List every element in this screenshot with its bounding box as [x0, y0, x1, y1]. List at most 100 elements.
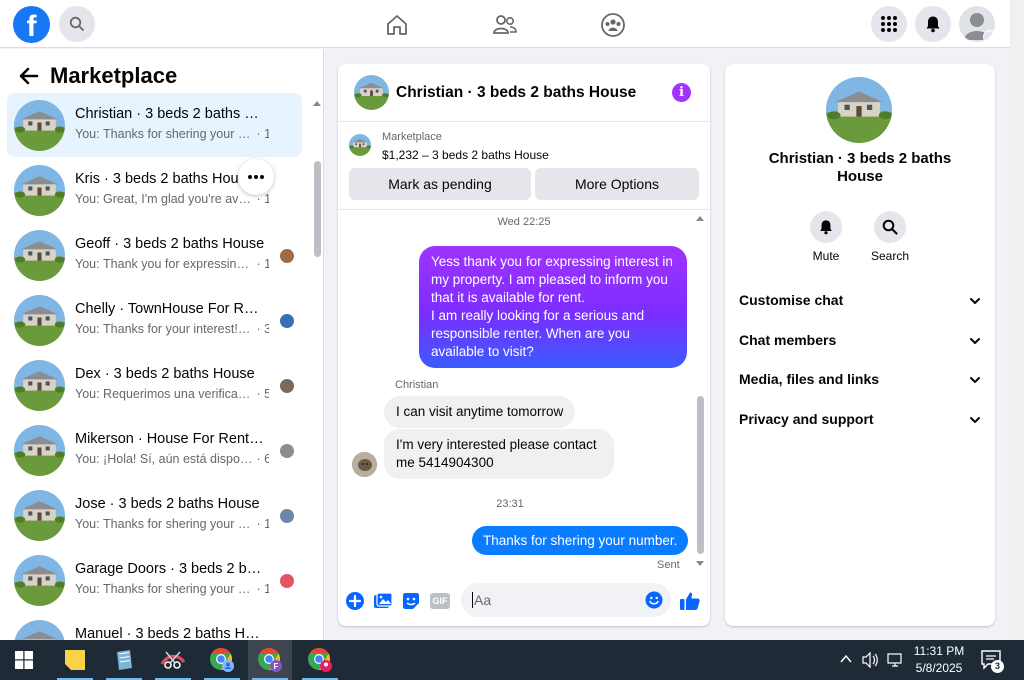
conversation-avatar	[14, 425, 65, 476]
conversation-snippet: You: Thanks for shering your nu... · 1w	[75, 582, 269, 596]
scroll-down-arrow-icon[interactable]	[695, 560, 705, 568]
home-nav-button[interactable]	[384, 12, 410, 38]
gif-button[interactable]: GIF	[430, 593, 450, 609]
snippet-prefix: You:	[75, 452, 104, 466]
mark-as-pending-button[interactable]: Mark as pending	[349, 168, 531, 200]
house-photo-icon	[14, 100, 65, 151]
search-button[interactable]	[59, 6, 95, 42]
more-options-button[interactable]: More Options	[535, 168, 699, 200]
listing-thumbnail[interactable]	[349, 134, 371, 156]
friends-icon	[493, 15, 517, 34]
incoming-message[interactable]: I can visit anytime tomorrow	[384, 396, 576, 428]
conversation-snippet: You: Thanks for shering your nu... · 1w	[75, 517, 269, 531]
taskbar-sticky-notes[interactable]	[53, 640, 97, 680]
clock-date[interactable]: 5/8/2025	[908, 661, 970, 675]
taskbar-chrome-profile-1[interactable]	[200, 640, 244, 680]
photo-icon[interactable]	[373, 591, 393, 611]
info-section-media-files-and-links[interactable]: Media, files and links	[739, 371, 981, 397]
message-thread: Wed 22:25 Yess thank you for expressing …	[338, 210, 710, 578]
conversation-more-button[interactable]	[238, 159, 274, 195]
conversation-name: Jose · 3 beds 2 baths House	[75, 496, 260, 512]
conversation-item[interactable]: Mikerson · House For Rent:-4 ... You: ¡Ho…	[7, 418, 302, 482]
conversation-time: 3d	[264, 322, 269, 336]
message-status: Sent	[657, 559, 680, 571]
friends-nav-button[interactable]	[492, 12, 518, 38]
conversation-avatar	[14, 295, 65, 346]
network-icon[interactable]	[886, 652, 904, 668]
contact-avatar-large[interactable]	[826, 77, 892, 143]
notifications-button[interactable]	[915, 6, 951, 42]
search-in-conversation-button[interactable]: Search	[860, 211, 920, 263]
window-scrollbar[interactable]	[1010, 0, 1024, 640]
taskbar-chrome-profile-3[interactable]	[298, 640, 342, 680]
action-center-button[interactable]: 3	[980, 648, 1004, 673]
scroll-up-arrow-icon[interactable]	[695, 214, 705, 222]
conversation-item[interactable]: Garage Doors · 3 beds 2 bath... You: Than…	[7, 548, 302, 612]
info-section-privacy-and-support[interactable]: Privacy and support	[739, 411, 981, 437]
message-scrollbar[interactable]	[695, 214, 707, 570]
listing-price[interactable]: $1,232 – 3 beds 2 baths House	[382, 148, 549, 162]
scrollbar-thumb[interactable]	[697, 396, 704, 554]
house-photo-icon	[14, 490, 65, 541]
outgoing-message[interactable]: Yess thank you for expressing interest i…	[419, 246, 687, 368]
scrollbar-thumb[interactable]	[314, 161, 321, 257]
facebook-logo[interactable]: f	[13, 6, 50, 43]
conversation-time: 1w	[264, 517, 269, 531]
taskbar-app-snipping[interactable]	[151, 640, 195, 680]
mute-button[interactable]: Mute	[796, 211, 856, 263]
sender-avatar[interactable]	[352, 452, 377, 477]
info-section-customise-chat[interactable]: Customise chat	[739, 292, 981, 318]
conversation-item[interactable]: Dex · 3 beds 2 baths House You: Requerimo…	[7, 353, 302, 417]
notebook-icon	[117, 650, 132, 670]
info-section-chat-members[interactable]: Chat members	[739, 332, 981, 358]
conversation-list-scrollbar[interactable]	[312, 99, 322, 640]
conversation-item[interactable]: Geoff · 3 beds 2 baths House You: Thank y…	[7, 223, 302, 287]
conversation-item[interactable]: Jose · 3 beds 2 baths House You: Thanks f…	[7, 483, 302, 547]
outgoing-message[interactable]: Thanks for shering your number.	[472, 526, 689, 555]
plus-icon[interactable]	[345, 591, 365, 611]
listing-label: Marketplace	[382, 131, 442, 143]
conversation-avatar	[14, 555, 65, 606]
groups-nav-button[interactable]	[600, 12, 626, 38]
incoming-message[interactable]: I'm very interested please contact me 54…	[384, 429, 614, 479]
chat-header: Christian · 3 beds 2 baths House i	[338, 64, 710, 122]
clock-time[interactable]: 11:31 PM	[908, 644, 970, 658]
show-hidden-icons-chevron-icon[interactable]	[840, 654, 852, 664]
panel-header: Marketplace	[18, 63, 177, 89]
start-button[interactable]	[2, 640, 46, 680]
chat-title[interactable]: Christian · 3 beds 2 baths House	[396, 84, 636, 102]
back-arrow-icon[interactable]	[18, 65, 40, 87]
conversation-avatar	[14, 360, 65, 411]
account-avatar[interactable]	[959, 6, 995, 42]
conversation-name: Geoff · 3 beds 2 baths House	[75, 236, 265, 252]
volume-icon[interactable]	[862, 652, 880, 668]
sticker-icon[interactable]	[401, 591, 421, 611]
conversation-list-panel: Marketplace Christian · 3 beds 2 baths H…	[0, 49, 324, 640]
menu-button[interactable]	[871, 6, 907, 42]
scroll-up-arrow-icon[interactable]	[312, 99, 322, 107]
taskbar-chrome-profile-f[interactable]: F	[248, 640, 292, 680]
conversation-name: Christian · 3 beds 2 baths House	[75, 106, 265, 122]
chevron-down-icon	[970, 377, 980, 383]
house-photo-icon	[14, 425, 65, 476]
emoji-icon[interactable]	[645, 591, 663, 609]
groups-icon	[601, 13, 625, 37]
snippet-text: Great, I'm glad you're available...	[103, 192, 253, 206]
taskbar-app-notepad[interactable]	[102, 640, 146, 680]
notification-count-badge: 3	[991, 660, 1004, 673]
mute-label: Mute	[812, 249, 840, 263]
info-icon[interactable]: i	[672, 83, 691, 102]
menu-grid-icon	[881, 16, 897, 32]
conversation-name: Manuel · 3 beds 2 baths House	[75, 626, 265, 640]
conversation-item[interactable]: Manuel · 3 beds 2 baths House	[7, 613, 302, 640]
conversation-item[interactable]: Chelly · TownHouse For Rent:... You: Than…	[7, 288, 302, 352]
conversation-name: Dex · 3 beds 2 baths House	[75, 366, 255, 382]
bell-icon	[926, 16, 940, 33]
conversation-item[interactable]: Christian · 3 beds 2 baths House You: Tha…	[7, 93, 302, 157]
message-input[interactable]: Aa	[461, 583, 671, 617]
conversation-snippet: You: Thanks for your interest! Ye... · 3…	[75, 322, 269, 336]
conversation-avatar	[14, 100, 65, 151]
snippet-text: Requerimos una verificació...	[103, 387, 254, 401]
like-thumb-icon[interactable]	[679, 590, 701, 612]
chat-avatar[interactable]	[354, 75, 389, 110]
